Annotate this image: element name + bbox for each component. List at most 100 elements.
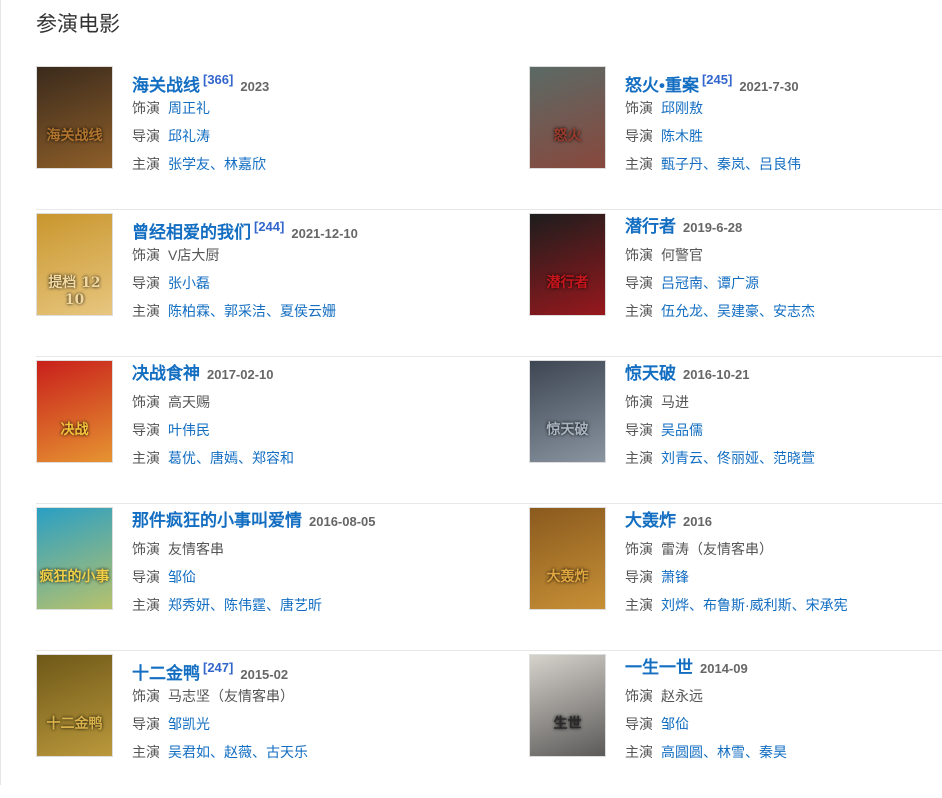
director-link[interactable]: 邹佡: [168, 569, 196, 585]
film-date: 2021-12-10: [291, 226, 358, 241]
film-row: 十二金鸭 十二金鸭 [247] 2015-02 饰演 马志坚（友情客串） 导演 邹凯光 主演 吴君…: [36, 651, 942, 798]
director-link[interactable]: 吕冠南、谭广源: [661, 275, 759, 291]
cast-links[interactable]: 伍允龙、吴建豪、安志杰: [661, 303, 815, 319]
film-poster[interactable]: 提档 12 10: [36, 213, 113, 316]
role-value[interactable]: 邱刚敖: [661, 100, 703, 116]
role-label: 饰演: [132, 247, 160, 263]
role-value: 马进: [661, 394, 689, 410]
director-label: 导演: [132, 716, 160, 732]
citation-ref[interactable]: [247]: [203, 660, 233, 675]
role-value: 雷涛（友情客串）: [661, 541, 773, 557]
cast-label: 主演: [132, 156, 160, 172]
cast-links[interactable]: 甄子丹、秦岚、吕良伟: [661, 156, 801, 172]
cast-links[interactable]: 郑秀妍、陈伟霆、唐艺昕: [168, 597, 322, 613]
film-title-line: 大轰炸 2016: [625, 507, 942, 535]
film-row: 决战 决战食神 2017-02-10 饰演 高天赐 导演 叶伟民 主演 葛优、唐嫣、郑容和 惊天破…: [36, 357, 942, 504]
film-title-link[interactable]: 惊天破: [625, 364, 676, 383]
film-card: 大轰炸 大轰炸 2016 饰演 雷涛（友情客串） 导演 萧锋 主演 刘烨、布鲁斯·威利斯、宋承宪: [529, 504, 942, 650]
director-link[interactable]: 叶伟民: [168, 422, 210, 438]
section-title: 参演电影: [36, 13, 120, 36]
cast-label: 主演: [625, 597, 653, 613]
director-link[interactable]: 陈木胜: [661, 128, 703, 144]
director-line: 导演 吴品儒: [625, 416, 942, 444]
role-value: 何警官: [661, 247, 703, 263]
director-label: 导演: [132, 569, 160, 585]
film-date: 2015-02: [240, 667, 289, 682]
film-title-link[interactable]: 潜行者: [625, 217, 676, 236]
role-line: 饰演 V店大厨: [132, 241, 529, 269]
director-link[interactable]: 张小磊: [168, 275, 210, 291]
film-title-link[interactable]: 决战食神: [132, 364, 200, 383]
film-title-link[interactable]: 那件疯狂的小事叫爱情: [132, 511, 302, 530]
film-poster[interactable]: 海关战线: [36, 66, 113, 169]
film-title-link[interactable]: 海关战线: [132, 76, 200, 95]
director-link[interactable]: 邹凯光: [168, 716, 210, 732]
cast-line: 主演 伍允龙、吴建豪、安志杰: [625, 297, 942, 325]
film-poster[interactable]: 惊天破: [529, 360, 606, 463]
role-line: 饰演 雷涛（友情客串）: [625, 535, 942, 563]
film-poster[interactable]: 大轰炸: [529, 507, 606, 610]
role-label: 饰演: [625, 541, 653, 557]
poster-text: 决战: [60, 422, 89, 438]
film-poster[interactable]: 生世: [529, 654, 606, 757]
role-value: 马志坚（友情客串）: [168, 688, 294, 704]
citation-ref[interactable]: [245]: [702, 72, 732, 87]
role-label: 饰演: [625, 394, 653, 410]
cast-line: 主演 郑秀妍、陈伟霆、唐艺昕: [132, 591, 529, 619]
cast-links[interactable]: 陈柏霖、郭采洁、夏侯云姗: [168, 303, 336, 319]
film-title-line: 曾经相爱的我们 [244] 2021-12-10: [132, 213, 529, 242]
film-title-line: 海关战线 [366] 2023: [132, 66, 529, 95]
film-date: 2016: [683, 514, 712, 529]
film-poster[interactable]: 决战: [36, 360, 113, 463]
director-link[interactable]: 邹佡: [661, 716, 689, 732]
role-value[interactable]: 周正礼: [168, 100, 210, 116]
director-link[interactable]: 邱礼涛: [168, 128, 210, 144]
director-label: 导演: [625, 128, 653, 144]
cast-line: 主演 刘烨、布鲁斯·威利斯、宋承宪: [625, 591, 942, 619]
film-card: 提档 12 10 曾经相爱的我们 [244] 2021-12-10 饰演 V店大厨 导演 张小…: [36, 210, 529, 356]
film-poster[interactable]: 疯狂的小事: [36, 507, 113, 610]
film-date: 2019-6-28: [683, 220, 743, 235]
director-line: 导演 陈木胜: [625, 122, 942, 150]
film-poster[interactable]: 潜行者: [529, 213, 606, 316]
film-title-link[interactable]: 怒火•重案: [625, 76, 699, 95]
film-poster[interactable]: 十二金鸭: [36, 654, 113, 757]
cast-links[interactable]: 张学友、林嘉欣: [168, 156, 266, 172]
cast-links[interactable]: 吴君如、赵薇、古天乐: [168, 744, 308, 760]
film-poster[interactable]: 怒火: [529, 66, 606, 169]
cast-links[interactable]: 刘青云、佟丽娅、范晓萱: [661, 450, 815, 466]
poster-text: 大轰炸: [546, 569, 589, 585]
role-line: 饰演 友情客串: [132, 535, 529, 563]
role-line: 饰演 赵永远: [625, 682, 942, 710]
role-label: 饰演: [132, 394, 160, 410]
film-info: 一生一世 2014-09 饰演 赵永远 导演 邹佡 主演 高圆圆、林雪、秦昊: [625, 654, 942, 798]
cast-line: 主演 葛优、唐嫣、郑容和: [132, 444, 529, 472]
film-date: 2016-10-21: [683, 367, 750, 382]
role-label: 饰演: [132, 688, 160, 704]
poster-text: 提档 12 10: [48, 275, 101, 308]
cast-links[interactable]: 葛优、唐嫣、郑容和: [168, 450, 294, 466]
film-title-link[interactable]: 曾经相爱的我们: [132, 223, 251, 242]
cast-links[interactable]: 刘烨、布鲁斯·威利斯、宋承宪: [661, 597, 848, 613]
director-link[interactable]: 萧锋: [661, 569, 689, 585]
director-line: 导演 叶伟民: [132, 416, 529, 444]
film-title-line: 潜行者 2019-6-28: [625, 213, 942, 241]
film-title-link[interactable]: 大轰炸: [625, 511, 676, 530]
citation-ref[interactable]: [366]: [203, 72, 233, 87]
cast-links[interactable]: 高圆圆、林雪、秦昊: [661, 744, 787, 760]
cast-label: 主演: [132, 597, 160, 613]
cast-label: 主演: [625, 450, 653, 466]
role-line: 饰演 周正礼: [132, 94, 529, 122]
citation-ref[interactable]: [244]: [254, 219, 284, 234]
director-link[interactable]: 吴品儒: [661, 422, 703, 438]
role-line: 饰演 马志坚（友情客串）: [132, 682, 529, 710]
cast-label: 主演: [625, 156, 653, 172]
film-date: 2014-09: [700, 661, 748, 676]
film-card: 怒火 怒火•重案 [245] 2021-7-30 饰演 邱刚敖 导演 陈木胜 主演 甄子丹、秦岚、…: [529, 63, 942, 209]
cast-label: 主演: [132, 303, 160, 319]
cast-label: 主演: [625, 303, 653, 319]
poster-text: 惊天破: [546, 422, 589, 438]
film-card: 潜行者 潜行者 2019-6-28 饰演 何警官 导演 吕冠南、谭广源 主演 伍允龙、吴建豪、安…: [529, 210, 942, 356]
film-title-link[interactable]: 十二金鸭: [132, 664, 200, 683]
film-title-link[interactable]: 一生一世: [625, 658, 693, 677]
